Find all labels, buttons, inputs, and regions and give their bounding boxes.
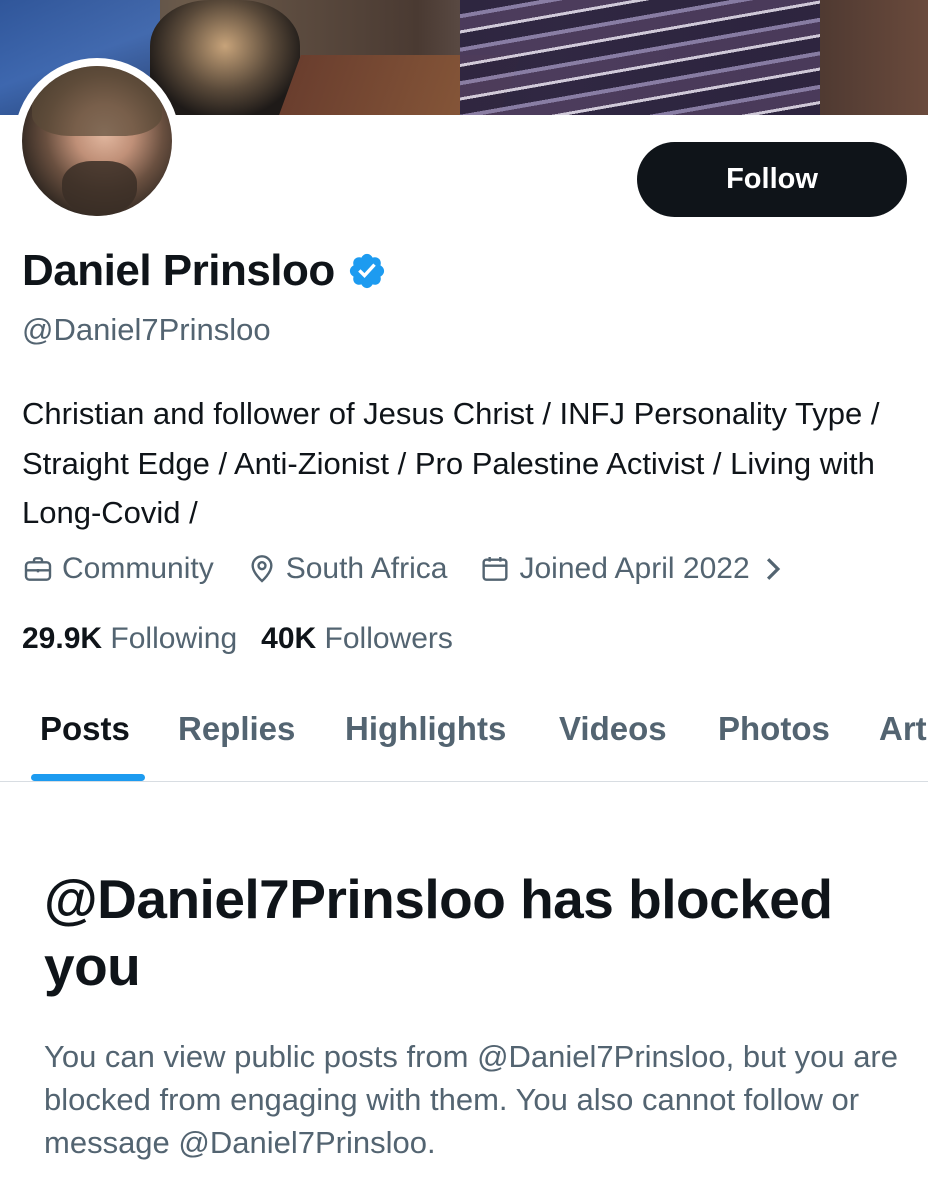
banner-shirt <box>460 0 820 115</box>
handle: @Daniel7Prinsloo <box>22 312 271 347</box>
follow-button[interactable]: Follow <box>637 142 907 217</box>
avatar-beard <box>62 161 137 216</box>
tab-replies[interactable]: Replies <box>178 710 295 748</box>
followers-label: Followers <box>324 622 453 655</box>
joined-item[interactable]: Joined April 2022 <box>479 552 789 586</box>
banner-dog <box>150 0 300 115</box>
tab-photos[interactable]: Photos <box>718 710 830 748</box>
profile-meta: Community South Africa Joined April 2022 <box>22 552 790 586</box>
category-item: Community <box>22 552 214 586</box>
tab-posts[interactable]: Posts <box>40 710 130 748</box>
avatar-photo <box>22 66 172 216</box>
location-label: South Africa <box>285 552 448 585</box>
active-tab-indicator <box>31 774 145 781</box>
joined-label: Joined April 2022 <box>519 552 750 585</box>
chevron-right-icon[interactable] <box>764 556 782 582</box>
tab-videos[interactable]: Videos <box>559 710 667 748</box>
following-stat[interactable]: 29.9K Following <box>22 622 237 656</box>
bio: Christian and follower of Jesus Christ /… <box>22 396 880 530</box>
display-name: Daniel Prinsloo <box>22 246 335 295</box>
tab-articles[interactable]: Art <box>879 710 927 748</box>
verified-badge-icon[interactable] <box>347 251 387 291</box>
tab-highlights[interactable]: Highlights <box>345 710 506 748</box>
followers-count: 40K <box>261 622 317 655</box>
name-row: Daniel Prinsloo <box>22 246 387 296</box>
blocked-title: @Daniel7Prinsloo has blocked you <box>44 868 833 997</box>
location-item: South Africa <box>246 552 448 586</box>
avatar-hair <box>32 66 162 136</box>
avatar[interactable] <box>14 58 180 224</box>
briefcase-icon <box>24 557 52 581</box>
following-count: 29.9K <box>22 622 103 655</box>
profile-tabs: Posts Replies Highlights Videos Photos A… <box>0 700 928 782</box>
calendar-icon <box>482 557 509 581</box>
location-pin-icon <box>251 555 273 583</box>
blocked-description: You can view public posts from @Daniel7P… <box>44 1039 898 1160</box>
followers-stat[interactable]: 40K Followers <box>261 622 453 656</box>
following-label: Following <box>110 622 238 655</box>
category-label: Community <box>62 552 214 585</box>
follow-stats: 29.9K Following 40K Followers <box>22 622 477 656</box>
